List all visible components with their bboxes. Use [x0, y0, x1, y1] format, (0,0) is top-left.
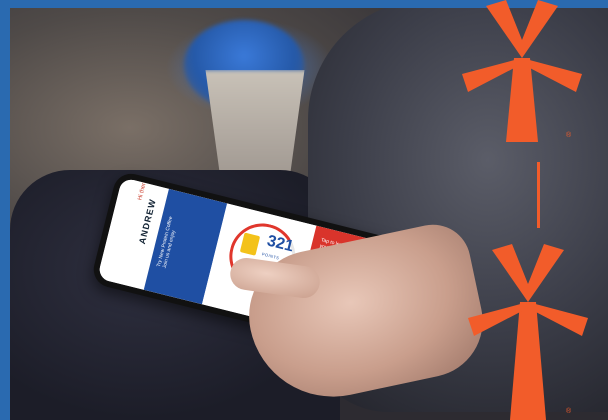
frame-left [0, 0, 10, 420]
windmill-logo-icon [468, 244, 588, 420]
greeting-text: Hi there [137, 179, 149, 202]
windmill-logo-icon [462, 0, 582, 142]
logo-divider [537, 162, 540, 228]
registered-mark: ® [566, 132, 572, 139]
photo-stage: Hi there ANDREW Try New Protein Coffee J… [0, 0, 608, 420]
user-name: ANDREW [136, 197, 158, 246]
registered-mark: ® [566, 408, 572, 415]
